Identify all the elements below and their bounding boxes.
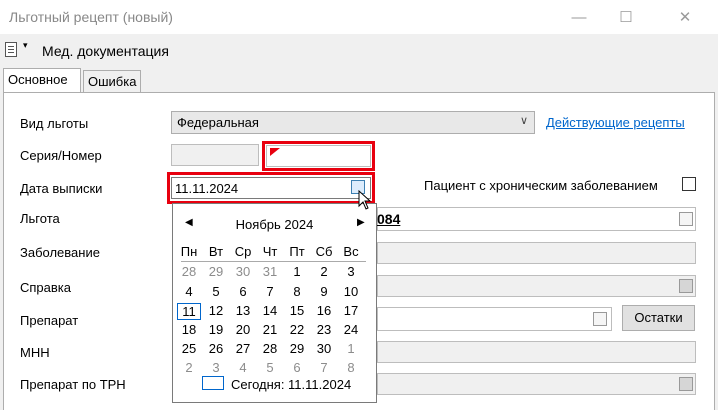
calendar-weekday: Чт [262, 244, 278, 259]
drug-picker-icon[interactable] [593, 312, 607, 326]
dropdown-arrow-icon[interactable]: ▾ [23, 40, 28, 51]
disease-input[interactable] [377, 242, 696, 264]
close-button[interactable]: ✕ [665, 4, 705, 30]
certificate-picker-icon[interactable] [679, 279, 693, 293]
benefit-picker-icon[interactable] [679, 212, 693, 226]
calendar-day[interactable]: 3 [339, 264, 363, 279]
calendar-day-other-month[interactable]: 5 [258, 360, 282, 375]
series-input[interactable] [171, 144, 259, 166]
benefit-input[interactable] [377, 207, 696, 231]
calendar-day[interactable]: 19 [204, 322, 228, 337]
label-issue-date: Дата выписки [20, 181, 103, 196]
calendar-day-other-month[interactable]: 3 [204, 360, 228, 375]
label-benefit-type: Вид льготы [20, 116, 89, 131]
tab-main[interactable]: Основное [3, 68, 81, 92]
certificate-input[interactable] [377, 275, 696, 297]
issue-date-value: 11.11.2024 [175, 181, 239, 196]
calendar-day-other-month[interactable]: 8 [339, 360, 363, 375]
calendar-day[interactable]: 11 [177, 303, 201, 320]
number-input[interactable] [266, 145, 371, 167]
calendar-day-other-month[interactable]: 7 [312, 360, 336, 375]
calendar-day[interactable]: 25 [177, 341, 201, 356]
drug-trn-input[interactable] [377, 373, 696, 395]
calendar-day-other-month[interactable]: 4 [231, 360, 255, 375]
benefit-type-value: Федеральная [177, 115, 259, 130]
calendar-day[interactable]: 29 [285, 341, 309, 356]
label-drug-trn: Препарат по ТРН [20, 377, 126, 392]
calendar-day[interactable]: 14 [258, 303, 282, 318]
today-marker-icon [202, 376, 224, 390]
calendar-day[interactable]: 27 [231, 341, 255, 356]
calendar-day-other-month[interactable]: 29 [204, 264, 228, 279]
label-disease: Заболевание [20, 245, 100, 260]
minimize-button[interactable]: — [559, 4, 599, 30]
title-bar: Льготный рецепт (новый) — ☐ ✕ [0, 0, 718, 34]
calendar-day[interactable]: 28 [258, 341, 282, 356]
calendar-weekday: Вс [343, 244, 359, 259]
calendar-day-other-month[interactable]: 2 [177, 360, 201, 375]
calendar-day[interactable]: 21 [258, 322, 282, 337]
label-inn: МНН [20, 345, 50, 360]
calendar-day-other-month[interactable]: 30 [231, 264, 255, 279]
calendar-day[interactable]: 22 [285, 322, 309, 337]
calendar-weekday: Вт [208, 244, 224, 259]
calendar-day[interactable]: 12 [204, 303, 228, 318]
window-title: Льготный рецепт (новый) [9, 9, 173, 25]
label-drug: Препарат [20, 313, 79, 328]
calendar-day-other-month[interactable]: 6 [285, 360, 309, 375]
calendar-day[interactable]: 30 [312, 341, 336, 356]
benefit-type-select[interactable]: Федеральная ∨ [171, 111, 535, 134]
chronic-patient-checkbox[interactable] [682, 177, 696, 191]
chronic-patient-label: Пациент с хроническим заболеванием [424, 178, 658, 193]
label-series-number: Серия/Номер [20, 148, 102, 163]
calendar-weekday: Ср [234, 244, 252, 259]
calendar-day[interactable]: 18 [177, 322, 201, 337]
calendar-day-other-month[interactable]: 31 [258, 264, 282, 279]
chevron-down-icon: ∨ [519, 115, 528, 127]
calendar-weekday: Сб [315, 244, 333, 259]
drug-trn-picker-icon[interactable] [679, 377, 693, 391]
calendar-weekday: Пн [180, 244, 198, 259]
calendar-day[interactable]: 8 [285, 284, 309, 299]
remains-button[interactable]: Остатки [622, 305, 695, 331]
calendar-month-label[interactable]: Ноябрь 2024 [173, 217, 376, 232]
calendar-day[interactable]: 20 [231, 322, 255, 337]
calendar-day[interactable]: 16 [312, 303, 336, 318]
calendar-day[interactable]: 1 [285, 264, 309, 279]
calendar-day[interactable]: 2 [312, 264, 336, 279]
calendar-day[interactable]: 7 [258, 284, 282, 299]
mouse-cursor-icon [358, 190, 372, 210]
calendar-divider [181, 261, 366, 262]
calendar-day[interactable]: 4 [177, 284, 201, 299]
calendar-weekday: Пт [289, 244, 305, 259]
calendar-day[interactable]: 24 [339, 322, 363, 337]
calendar-day[interactable]: 15 [285, 303, 309, 318]
tab-error[interactable]: Ошибка [83, 70, 141, 92]
calendar-day[interactable]: 10 [339, 284, 363, 299]
benefit-partial-value: 084 [377, 211, 401, 227]
calendar-day-other-month[interactable]: 1 [339, 341, 363, 356]
maximize-button[interactable]: ☐ [606, 4, 646, 30]
calendar-day[interactable]: 9 [312, 284, 336, 299]
required-flag-icon [270, 148, 280, 156]
calendar-dropdown: ◀ Ноябрь 2024 ▶ Пн Вт Ср Чт Пт Сб Вс 28 29 30 31 1… [172, 203, 377, 403]
drug-input[interactable] [377, 307, 612, 331]
calendar-day[interactable]: 23 [312, 322, 336, 337]
active-prescriptions-link[interactable]: Действующие рецепты [546, 115, 685, 130]
calendar-day[interactable]: 5 [204, 284, 228, 299]
inn-input[interactable] [377, 341, 696, 363]
document-icon[interactable] [5, 42, 17, 57]
issue-date-input[interactable]: 11.11.2024 [171, 177, 371, 199]
calendar-day[interactable]: 26 [204, 341, 228, 356]
label-certificate: Справка [20, 280, 71, 295]
med-documentation-menu[interactable]: Мед. документация [42, 43, 169, 59]
calendar-day-other-month[interactable]: 28 [177, 264, 201, 279]
label-benefit: Льгота [20, 211, 60, 226]
calendar-day[interactable]: 6 [231, 284, 255, 299]
calendar-day[interactable]: 17 [339, 303, 363, 318]
calendar-next-button[interactable]: ▶ [357, 217, 365, 228]
calendar-today-button[interactable]: Сегодня: 11.11.2024 [231, 377, 351, 392]
calendar-day[interactable]: 13 [231, 303, 255, 318]
